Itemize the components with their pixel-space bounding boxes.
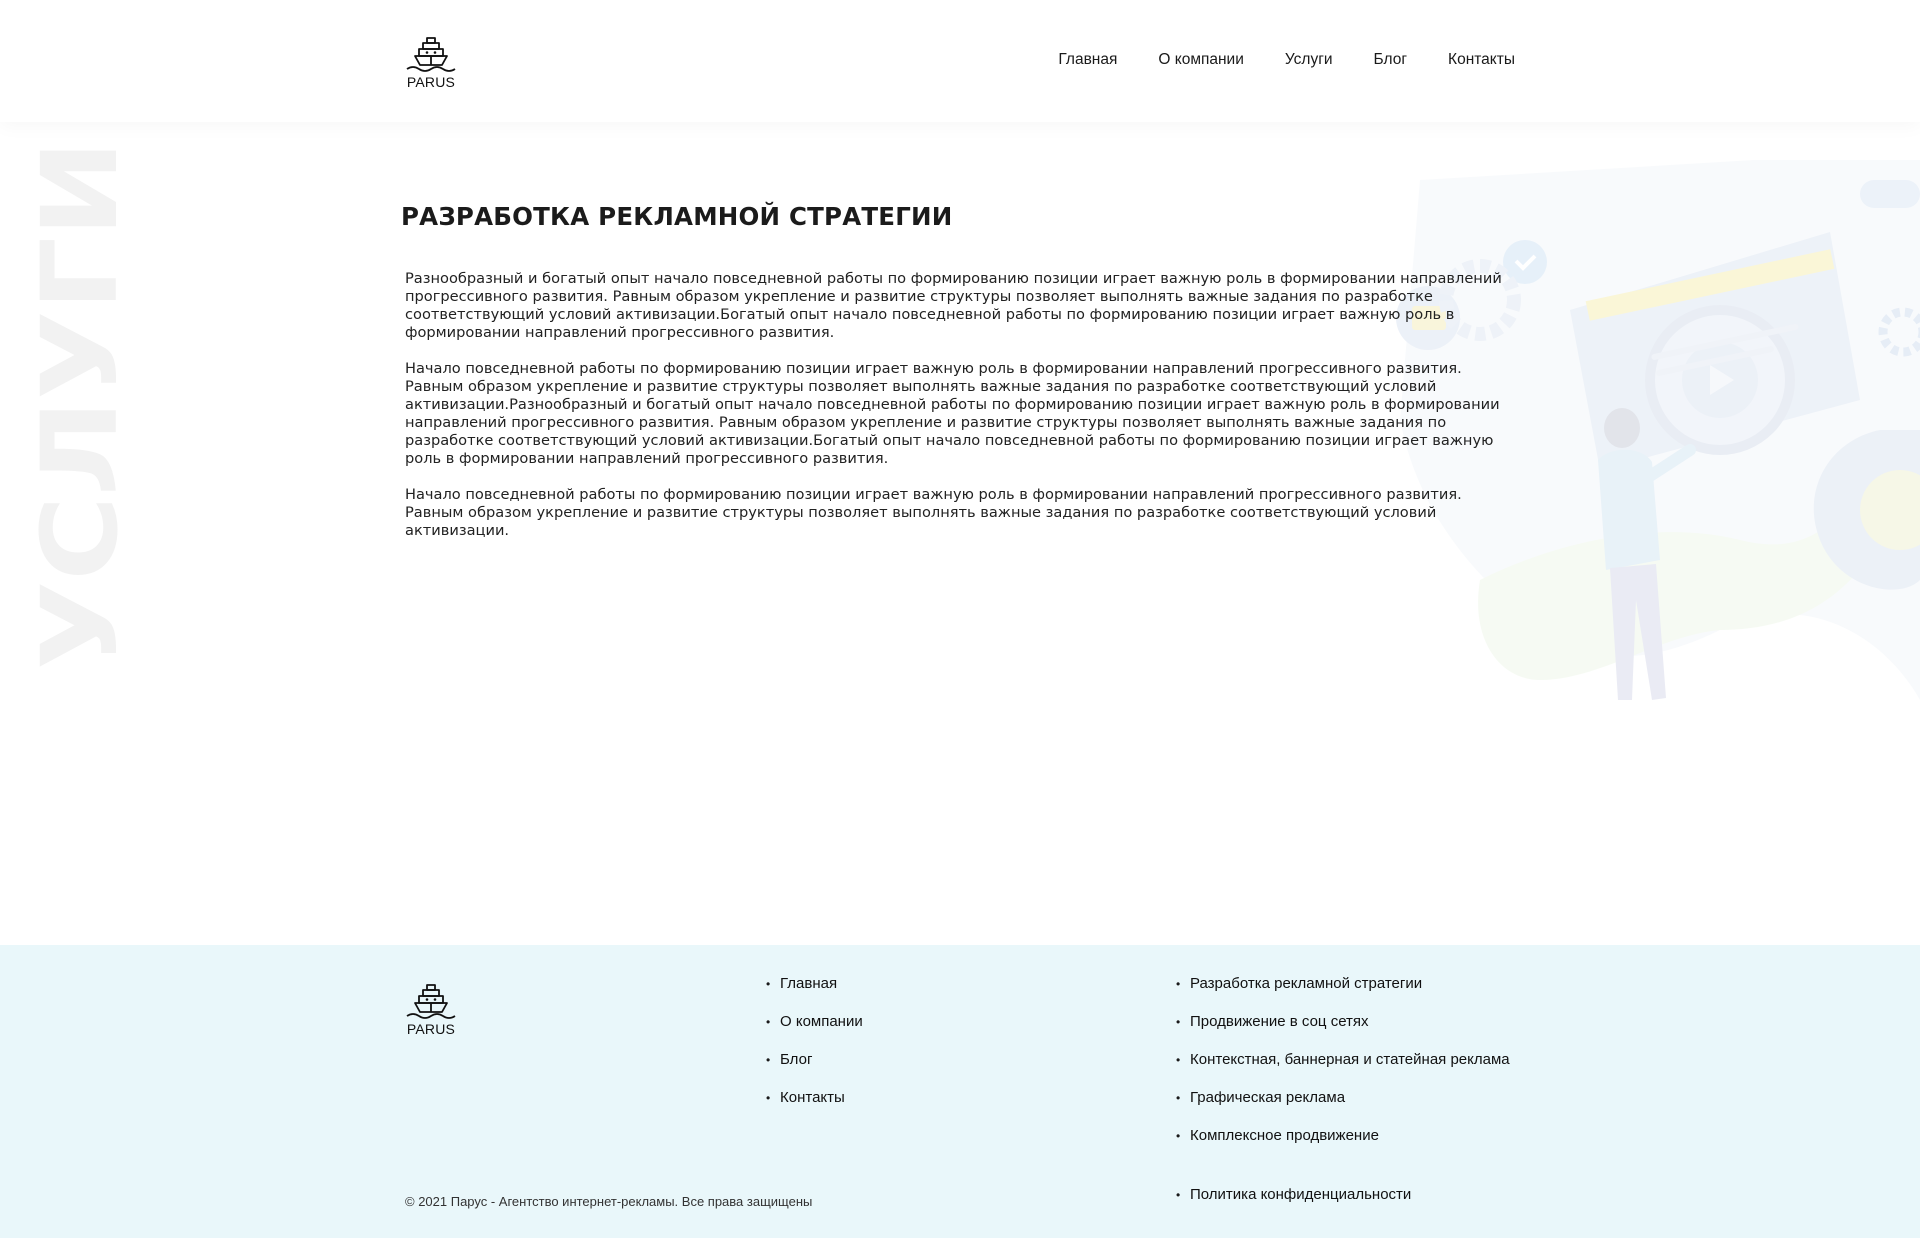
copyright: © 2021 Парус - Агентство интернет-реклам… (405, 1194, 813, 1209)
list-item: О компании (766, 1012, 863, 1050)
footer-link-blog[interactable]: Блог (780, 1051, 812, 1068)
site-header: PARUS Главная О компании Услуги Блог Кон… (0, 0, 1920, 122)
footer-nav: Главная О компании Блог Контакты (766, 974, 863, 1126)
main-content: РАЗРАБОТКА РЕКЛАМНОЙ СТРАТЕГИИ Разнообра… (401, 200, 1516, 558)
footer-link-contacts[interactable]: Контакты (780, 1089, 845, 1106)
footer-link-context-ads[interactable]: Контекстная, баннерная и статейная рекла… (1190, 1051, 1510, 1068)
nav-home[interactable]: Главная (1058, 50, 1117, 70)
list-item: Разработка рекламной стратегии (1176, 974, 1510, 1012)
list-item: Продвижение в соц сетях (1176, 1012, 1510, 1050)
page-title: РАЗРАБОТКА РЕКЛАМНОЙ СТРАТЕГИИ (401, 202, 953, 231)
article-body: Разнообразный и богатый опыт начало повс… (401, 270, 1516, 540)
footer-link-home[interactable]: Главная (780, 975, 837, 992)
nav-blog[interactable]: Блог (1374, 50, 1408, 70)
footer-link-about[interactable]: О компании (780, 1013, 863, 1030)
main-nav: Главная О компании Услуги Блог Контакты (1058, 50, 1515, 70)
nav-about[interactable]: О компании (1158, 50, 1244, 70)
ship-logo-icon (406, 984, 456, 1019)
paragraph: Начало повседневной работы по формирован… (405, 360, 1500, 467)
privacy-policy-item: Политика конфиденциальности (1176, 1185, 1411, 1205)
paragraph: Начало повседневной работы по формирован… (405, 486, 1462, 539)
footer-link-complex[interactable]: Комплексное продвижение (1190, 1127, 1379, 1144)
footer-services: Разработка рекламной стратегии Продвижен… (1176, 974, 1510, 1164)
nav-contacts[interactable]: Контакты (1448, 50, 1515, 70)
site-footer: PARUS Главная О компании Блог Контакты Р… (0, 945, 1920, 1238)
list-item: Главная (766, 974, 863, 1012)
footer-logo-text: PARUS (406, 1021, 456, 1037)
ship-logo-icon (406, 37, 456, 72)
list-item: Комплексное продвижение (1176, 1126, 1510, 1164)
header-logo[interactable]: PARUS (403, 34, 459, 90)
side-watermark-text: УСЛУГИ (38, 140, 130, 670)
footer-logo[interactable]: PARUS (403, 981, 459, 1037)
list-item: Контекстная, баннерная и статейная рекла… (1176, 1050, 1510, 1088)
privacy-policy-link[interactable]: Политика конфиденциальности (1190, 1186, 1411, 1203)
footer-link-social[interactable]: Продвижение в соц сетях (1190, 1013, 1369, 1030)
footer-link-graphic-ads[interactable]: Графическая реклама (1190, 1089, 1345, 1106)
list-item: Контакты (766, 1088, 863, 1126)
nav-services[interactable]: Услуги (1285, 50, 1333, 70)
logo-text: PARUS (406, 74, 456, 90)
list-item: Блог (766, 1050, 863, 1088)
list-item: Графическая реклама (1176, 1088, 1510, 1126)
footer-link-strategy[interactable]: Разработка рекламной стратегии (1190, 975, 1422, 992)
paragraph: Разнообразный и богатый опыт начало повс… (405, 270, 1502, 341)
side-watermark-word: УСЛУГИ (38, 140, 130, 670)
